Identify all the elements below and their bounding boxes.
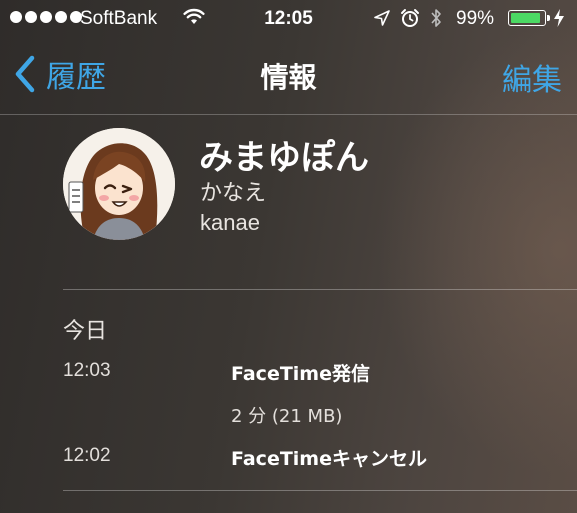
history-row-time: 12:03 (63, 360, 111, 381)
history-row-type: FaceTime発信 (231, 363, 370, 385)
edit-button[interactable]: 編集 (502, 55, 562, 99)
history-row-type: FaceTimeキャンセル (231, 448, 427, 470)
charging-bolt-icon (553, 8, 565, 34)
alarm-clock-icon (400, 8, 420, 34)
avatar[interactable] (63, 128, 175, 240)
history-section-title: 今日 (63, 319, 108, 344)
battery-percentage: 99% (456, 8, 495, 29)
contact-subtitle: かなえ (200, 181, 267, 206)
nav-divider (0, 114, 577, 115)
page-title: 情報 (260, 61, 317, 94)
header-divider (63, 289, 577, 290)
contact-subtitle-secondary: kanae (200, 210, 260, 235)
battery-icon (508, 10, 550, 26)
history-row-detail: 2 分 (21 MB) (231, 406, 343, 427)
status-bar: SoftBank 12:05 99% (0, 0, 577, 38)
contact-name: みまゆぽん (199, 138, 369, 178)
location-arrow-icon (373, 9, 391, 33)
bluetooth-icon (429, 7, 443, 35)
history-row-time: 12:02 (63, 445, 111, 466)
battery-fill (511, 13, 540, 23)
avatar-illustration (63, 128, 175, 240)
history-divider (63, 490, 577, 491)
